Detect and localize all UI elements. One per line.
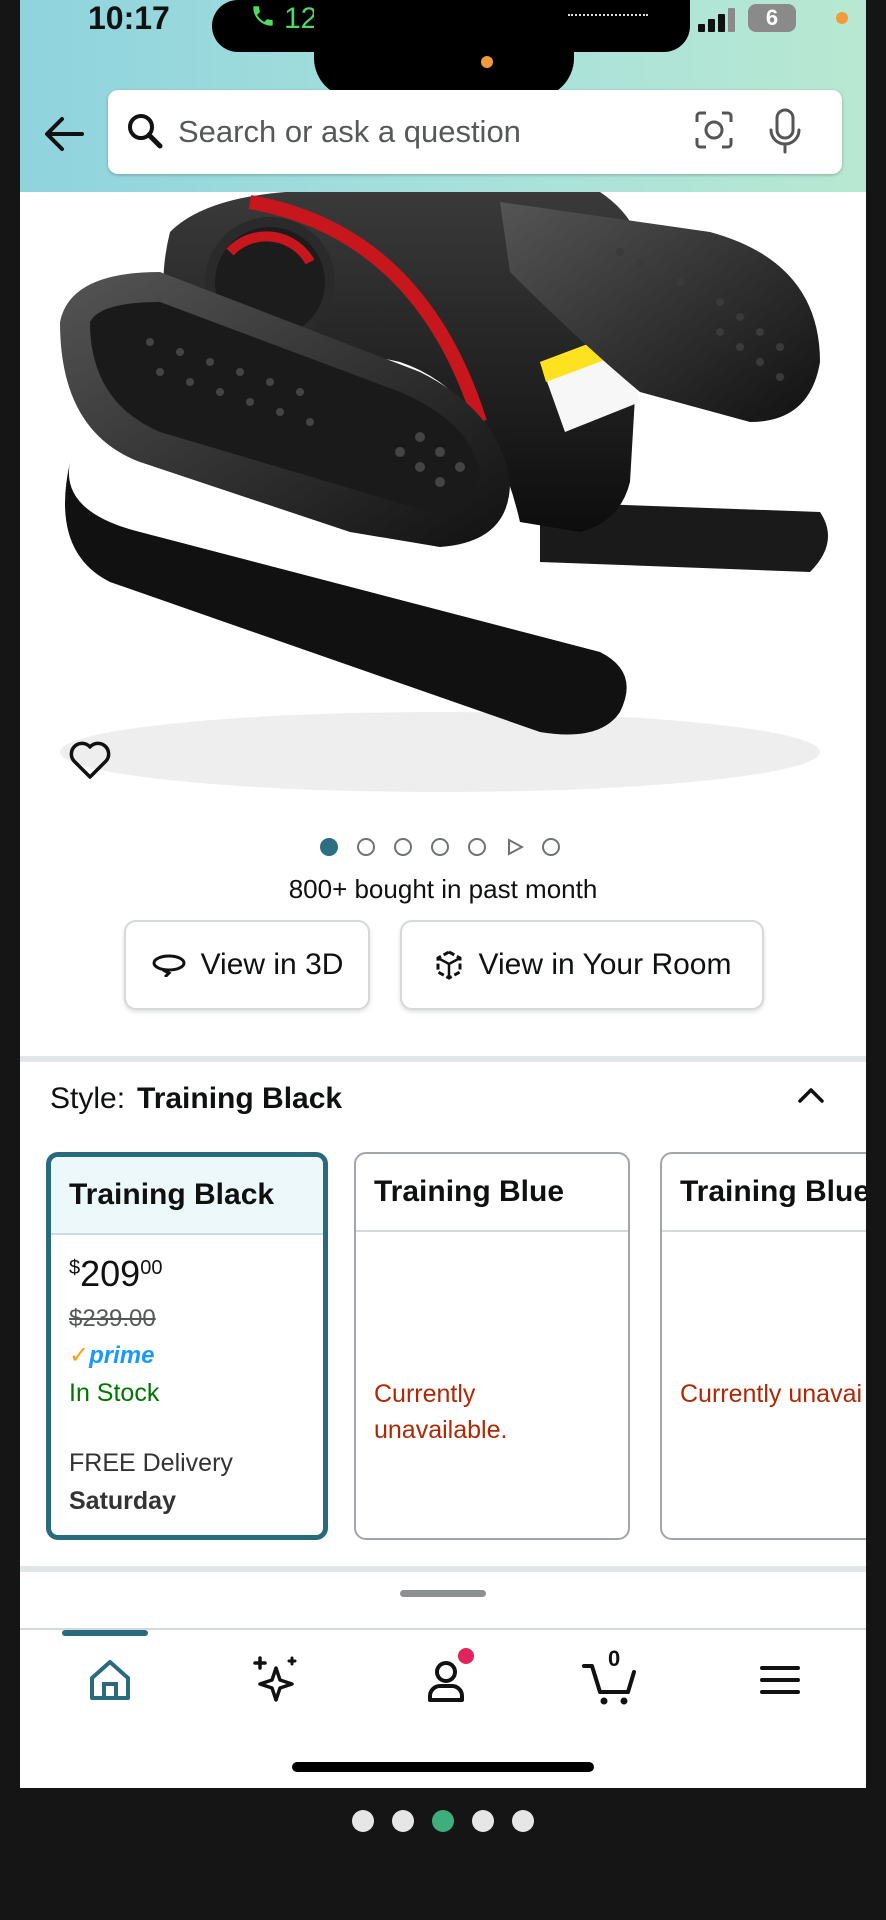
style-option-training-blue-2[interactable]: Training Blue Currently unavai bbox=[660, 1152, 866, 1540]
list-price: $239.00 bbox=[69, 1305, 156, 1332]
rotate-3d-icon bbox=[152, 954, 186, 977]
product-image[interactable] bbox=[20, 192, 866, 812]
availability: Currently unavai bbox=[680, 1380, 863, 1408]
delivery-day: Saturday bbox=[69, 1487, 176, 1515]
nav-active-indicator bbox=[62, 1630, 148, 1636]
price: $20900 bbox=[69, 1253, 163, 1294]
carousel-dot[interactable] bbox=[357, 838, 375, 856]
selected-style: Training Black bbox=[137, 1082, 343, 1115]
home-indicator[interactable] bbox=[292, 1762, 594, 1772]
home-icon[interactable] bbox=[80, 1652, 140, 1708]
page-dot[interactable] bbox=[472, 1810, 494, 1832]
view-in-room-button[interactable]: View in Your Room bbox=[400, 920, 764, 1010]
search-icon bbox=[128, 114, 163, 149]
camera-lens-icon[interactable] bbox=[694, 110, 734, 150]
page-dot[interactable] bbox=[352, 1810, 374, 1832]
phone-screen: 10:17 12m 6 bbox=[20, 0, 866, 1788]
carousel-dot[interactable] bbox=[431, 838, 449, 856]
view-in-room-label: View in Your Room bbox=[478, 948, 732, 981]
page-dot[interactable] bbox=[392, 1810, 414, 1832]
signal-icon bbox=[698, 8, 735, 32]
ar-cube-icon bbox=[436, 950, 462, 980]
page-dot[interactable] bbox=[512, 1810, 534, 1832]
rufus-sparkle-icon[interactable] bbox=[246, 1652, 306, 1708]
page-dot[interactable] bbox=[432, 1810, 454, 1832]
view-3d-label: View in 3D bbox=[200, 948, 344, 981]
section-divider bbox=[20, 1056, 866, 1062]
carousel-dot[interactable] bbox=[468, 838, 486, 856]
availability: In Stock bbox=[69, 1379, 160, 1407]
battery-icon: 6 bbox=[748, 4, 796, 32]
menu-icon[interactable] bbox=[750, 1652, 810, 1708]
sheet-drag-handle[interactable] bbox=[400, 1590, 486, 1597]
status-time: 10:17 bbox=[88, 0, 170, 36]
mic-in-use-dot bbox=[481, 56, 493, 68]
prime-check-icon: ✓ bbox=[69, 1342, 90, 1369]
availability: Currently unavailable. bbox=[374, 1380, 508, 1444]
style-option-name: Training Blue bbox=[356, 1154, 628, 1232]
heart-icon[interactable] bbox=[68, 740, 112, 780]
style-option-training-black[interactable]: Training Black $20900 $239.00 ✓prime In … bbox=[46, 1152, 328, 1540]
delivery-text: FREE Delivery bbox=[69, 1449, 233, 1477]
sheet-divider bbox=[20, 1566, 866, 1572]
audio-waveform-icon bbox=[568, 14, 648, 20]
style-option-name: Training Blue bbox=[662, 1154, 866, 1232]
style-option-training-blue[interactable]: Training Blue Currently unavailable. bbox=[354, 1152, 630, 1540]
microphone-icon[interactable] bbox=[768, 108, 802, 154]
cart-count: 0 bbox=[608, 1646, 621, 1671]
carousel-dot[interactable] bbox=[320, 838, 338, 856]
back-arrow-icon[interactable] bbox=[42, 114, 86, 154]
phone-icon bbox=[253, 6, 273, 26]
prime-badge: ✓prime bbox=[69, 1342, 155, 1369]
app-header: 10:17 12m 6 bbox=[20, 0, 866, 192]
search-input[interactable] bbox=[178, 106, 658, 158]
privacy-dot bbox=[836, 12, 848, 24]
carousel-dot[interactable] bbox=[394, 838, 412, 856]
account-button[interactable] bbox=[416, 1648, 476, 1708]
chevron-up-icon[interactable] bbox=[796, 1084, 826, 1106]
dynamic-island bbox=[314, 0, 574, 98]
cart-button[interactable]: 0 bbox=[580, 1646, 640, 1708]
style-selector-header[interactable]: Style: Training Black bbox=[50, 1082, 342, 1116]
view-3d-button[interactable]: View in 3D bbox=[124, 920, 370, 1010]
search-bar[interactable] bbox=[108, 90, 842, 174]
style-option-name: Training Black bbox=[51, 1157, 323, 1235]
video-play-icon[interactable] bbox=[506, 838, 524, 856]
bought-count: 800+ bought in past month bbox=[288, 874, 598, 904]
carousel-dot[interactable] bbox=[542, 838, 560, 856]
notification-dot bbox=[458, 1648, 474, 1664]
style-label: Style: bbox=[50, 1082, 126, 1115]
